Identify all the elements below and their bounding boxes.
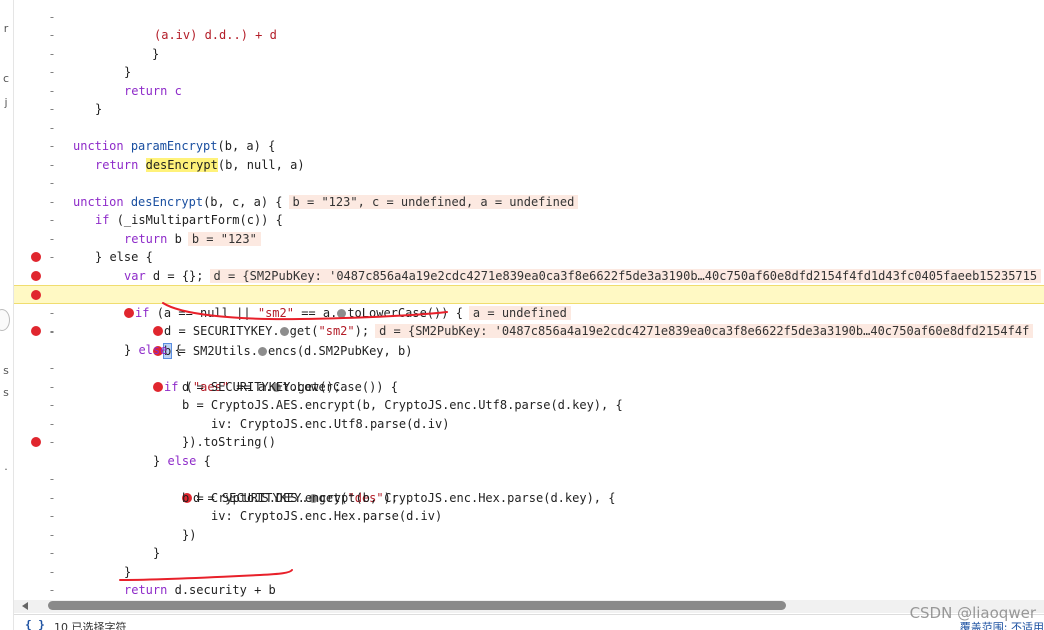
- code-line[interactable]: - d = SECURITYKEY.get();: [14, 341, 1044, 394]
- scroll-left-arrow-icon[interactable]: [22, 602, 28, 610]
- code-line[interactable]: -: [14, 82, 1044, 116]
- code-line[interactable]: - (a.iv) d.d..) + d: [14, 0, 1044, 43]
- code-line[interactable]: - }: [14, 8, 1044, 61]
- selection-status: 10 已选择字符: [54, 621, 127, 630]
- breakpoint-marker[interactable]: [31, 252, 41, 262]
- code-line[interactable]: - b = CryptoJS.AES.encrypt(b, CryptoJS.e…: [14, 359, 1044, 413]
- code-line[interactable]: - return c: [14, 45, 1044, 98]
- breakpoint-marker[interactable]: [31, 290, 41, 300]
- code-line[interactable]: - }: [14, 63, 1044, 117]
- pretty-print-braces-icon[interactable]: { }: [25, 618, 45, 630]
- code-line[interactable]: - d = SECURITYKEY. get("sm2"); d = {SM2Pub…: [14, 267, 1044, 338]
- code-line[interactable]: - }: [14, 507, 1044, 561]
- code-line[interactable]: - return desEncrypt(b, null, a): [14, 119, 1044, 172]
- code-line[interactable]: - }: [14, 563, 1044, 597]
- code-line[interactable]: - unction paramEncrypt(b, a) {: [14, 100, 1044, 154]
- code-line[interactable]: - b = CryptoJS.DES.encrypt(b, CryptoJS.e…: [14, 452, 1044, 505]
- code-line[interactable]: - } else {: [14, 304, 1044, 357]
- code-editor[interactable]: - (a.iv) d.d..) + d - } - } - return c -…: [0, 0, 1044, 600]
- csdn-watermark: CSDN @liaoqwer: [909, 604, 1036, 622]
- status-bar: { } 10 已选择字符 覆盖范围: 不适用: [14, 614, 1044, 630]
- code-line[interactable]: - d = SECURITYKEY. get("des");: [14, 433, 1044, 505]
- code-line[interactable]: - unction desEncrypt(b, c, a) {b = "123"…: [14, 156, 1044, 209]
- breakpoint-marker[interactable]: [31, 326, 41, 336]
- breakpoint-marker[interactable]: [31, 437, 41, 447]
- code-line[interactable]: - return bb = "123": [14, 193, 1044, 246]
- code-line[interactable]: - }).toString(): [14, 396, 1044, 450]
- code-line[interactable]: - }): [14, 489, 1044, 542]
- code-line[interactable]: - }: [14, 26, 1044, 80]
- code-line[interactable]: - iv: CryptoJS.enc.Utf8.parse(d.iv): [14, 378, 1044, 431]
- code-line[interactable]: - if (_isMultipartForm(c)) {: [14, 174, 1044, 228]
- code-line[interactable]: - if (a == null || "sm2" == a.toLowerCas…: [14, 248, 1044, 320]
- breakpoint-marker[interactable]: [31, 270, 41, 281]
- code-line[interactable]: - } else {: [14, 211, 1044, 265]
- scrollbar-thumb[interactable]: [48, 601, 786, 610]
- code-line[interactable]: - var d = {}; d = {SM2PubKey: '0487c856a4…: [14, 230, 1044, 283]
- code-line[interactable]: - iv: CryptoJS.enc.Hex.parse(d.iv): [14, 470, 1044, 524]
- code-line[interactable]: - } else {: [14, 415, 1044, 468]
- code-line[interactable]: -: [14, 137, 1044, 172]
- code-line[interactable]: - }: [14, 526, 1044, 579]
- code-line[interactable]: - return d.security + b: [14, 544, 1044, 598]
- code-line[interactable]: -: [14, 581, 1044, 600]
- current-execution-line[interactable]: - b = SM2Utils. encs(d.SM2PubKey, b): [14, 285, 1044, 359]
- code-line[interactable]: - if ("aes" == a. toLowerCase()) {: [14, 322, 1044, 394]
